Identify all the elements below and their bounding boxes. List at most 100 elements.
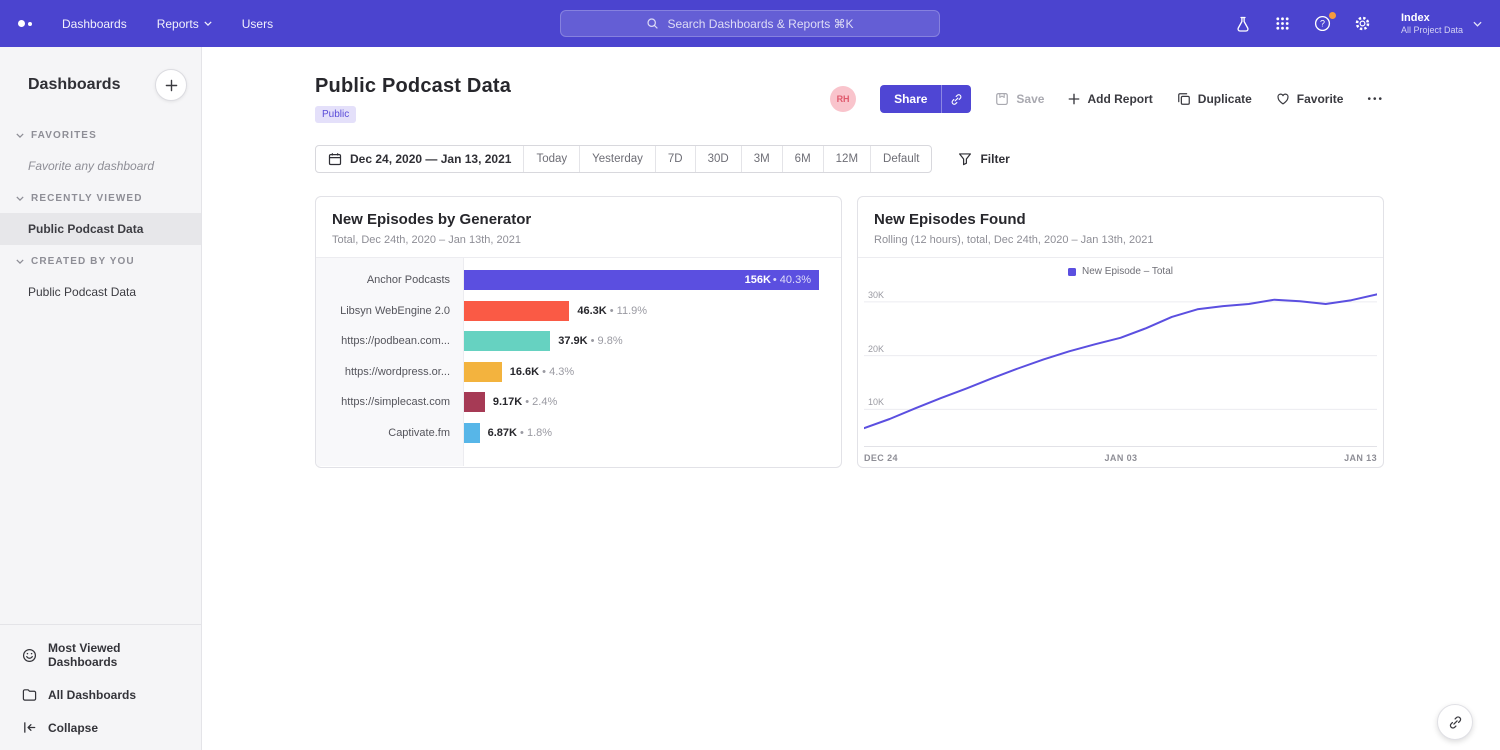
main-content: Public Podcast Data Public RH Share — [202, 47, 1500, 750]
settings-gear-icon[interactable] — [1353, 14, 1373, 34]
date-preset-30d[interactable]: 30D — [695, 146, 741, 172]
bar-value: 37.9K — [558, 335, 587, 347]
bar-percent: • 11.9% — [607, 305, 647, 317]
apps-grid-icon[interactable] — [1273, 14, 1293, 34]
flask-icon[interactable] — [1233, 14, 1253, 34]
x-tick-label: JAN 13 — [1344, 453, 1377, 463]
bar-track: 9.17K • 2.4% — [464, 392, 841, 412]
sidebar-section-label: CREATED BY YOU — [31, 256, 135, 267]
bar-track: 37.9K • 9.8% — [464, 331, 841, 351]
date-presets: TodayYesterday7D30D3M6M12MDefault — [523, 146, 931, 172]
sidebar-item[interactable]: Public Podcast Data — [0, 213, 201, 245]
date-range-control: Dec 24, 2020 — Jan 13, 2021 TodayYesterd… — [315, 145, 932, 173]
bar-segment[interactable] — [464, 392, 485, 412]
bar-segment[interactable] — [464, 301, 569, 321]
logo[interactable] — [18, 20, 32, 27]
most-viewed-icon — [22, 648, 37, 663]
bar-value-label: 6.87K • 1.8% — [488, 427, 552, 439]
page-actions: RH Share Save Ad — [830, 85, 1384, 113]
folder-icon — [22, 687, 37, 702]
svg-text:?: ? — [1320, 19, 1325, 29]
duplicate-icon — [1177, 92, 1191, 106]
favorite-button[interactable]: Favorite — [1276, 92, 1344, 106]
bar-segment[interactable]: 156K • 40.3% — [464, 270, 819, 290]
bar-track: 16.6K • 4.3% — [464, 362, 841, 382]
nav-dashboards[interactable]: Dashboards — [62, 17, 127, 31]
bar-row: https://wordpress.or...16.6K • 4.3% — [316, 357, 841, 388]
top-nav: Dashboards Reports Users Search Dashboar… — [0, 0, 1500, 47]
sidebar-section-header[interactable]: RECENTLY VIEWED — [0, 182, 201, 213]
card-new-episodes-by-generator: New Episodes by Generator Total, Dec 24t… — [315, 196, 842, 468]
duplicate-button[interactable]: Duplicate — [1177, 92, 1252, 106]
help-icon[interactable]: ? — [1313, 14, 1333, 34]
date-preset-7d[interactable]: 7D — [655, 146, 695, 172]
bar-value: 16.6K — [510, 366, 539, 378]
chevron-down-icon — [16, 196, 24, 201]
date-preset-today[interactable]: Today — [523, 146, 579, 172]
date-preset-3m[interactable]: 3M — [741, 146, 782, 172]
add-dashboard-button[interactable] — [155, 69, 187, 101]
bar-row: Libsyn WebEngine 2.0 46.3K • 11.9% — [316, 296, 841, 327]
sidebar-footer: Most Viewed Dashboards All Dashboards Co… — [0, 624, 201, 750]
nav-users[interactable]: Users — [242, 17, 273, 31]
date-preset-12m[interactable]: 12M — [823, 146, 870, 172]
report-cards: New Episodes by Generator Total, Dec 24t… — [315, 196, 1384, 468]
project-selector[interactable]: Index All Project Data — [1401, 11, 1482, 36]
chevron-down-icon — [204, 21, 212, 26]
date-range-label: Dec 24, 2020 — Jan 13, 2021 — [350, 152, 511, 166]
share-link-fab[interactable] — [1437, 704, 1473, 740]
share-button-group: Share — [880, 85, 971, 113]
date-preset-default[interactable]: Default — [870, 146, 931, 172]
bar-value: 6.87K — [488, 427, 517, 439]
sidebar-item[interactable]: Public Podcast Data — [0, 276, 201, 308]
x-axis-labels: DEC 24JAN 03JAN 13 — [858, 447, 1383, 463]
link-icon — [1448, 715, 1463, 730]
chart-legend: New Episode – Total — [858, 266, 1383, 277]
bar-value-label: 46.3K • 11.9% — [577, 305, 647, 317]
date-toolbar: Dec 24, 2020 — Jan 13, 2021 TodayYesterd… — [315, 145, 1384, 173]
nav-reports[interactable]: Reports — [157, 17, 212, 31]
card-new-episodes-found: New Episodes Found Rolling (12 hours), t… — [857, 196, 1384, 468]
add-report-button[interactable]: Add Report — [1068, 92, 1152, 106]
share-button[interactable]: Share — [880, 85, 941, 113]
search-bar[interactable]: Search Dashboards & Reports ⌘K — [560, 10, 940, 37]
logo-dot-small — [28, 22, 32, 26]
x-tick-label: JAN 03 — [1105, 453, 1138, 463]
chevron-down-icon — [1473, 21, 1482, 27]
legend-label: New Episode – Total — [1082, 266, 1173, 277]
share-link-button[interactable] — [941, 85, 971, 113]
card-subtitle: Total, Dec 24th, 2020 – Jan 13th, 2021 — [332, 234, 825, 246]
date-preset-6m[interactable]: 6M — [782, 146, 823, 172]
chevron-down-icon — [16, 133, 24, 138]
nav-reports-label: Reports — [157, 17, 199, 31]
card-title: New Episodes by Generator — [332, 211, 825, 228]
bar-segment[interactable] — [464, 331, 550, 351]
sidebar-section-header[interactable]: FAVORITES — [0, 119, 201, 150]
bar-segment[interactable] — [464, 423, 480, 443]
bar-row: Captivate.fm6.87K • 1.8% — [316, 418, 841, 449]
footer-item-label: All Dashboards — [48, 688, 136, 702]
more-options-button[interactable]: ••• — [1367, 94, 1384, 105]
date-preset-yesterday[interactable]: Yesterday — [579, 146, 655, 172]
public-badge: Public — [315, 106, 356, 123]
y-tick-label: 10K — [868, 397, 884, 407]
bar-track: 46.3K • 11.9% — [464, 301, 841, 321]
line-series-new-episode-total[interactable] — [864, 294, 1377, 428]
sidebar-sections: FAVORITESFavorite any dashboardRECENTLY … — [0, 119, 201, 308]
bar-category-label: Libsyn WebEngine 2.0 — [316, 305, 464, 317]
bar-category-label: Anchor Podcasts — [316, 274, 464, 286]
date-range-picker[interactable]: Dec 24, 2020 — Jan 13, 2021 — [316, 146, 523, 172]
save-button[interactable]: Save — [995, 92, 1044, 106]
plus-icon — [1068, 93, 1080, 105]
project-name: Index — [1401, 11, 1463, 25]
filter-button[interactable]: Filter — [958, 152, 1009, 166]
bar-segment[interactable] — [464, 362, 502, 382]
sidebar-collapse-button[interactable]: Collapse — [0, 711, 201, 744]
line-chart-plot-area[interactable] — [864, 283, 1377, 447]
search-placeholder: Search Dashboards & Reports ⌘K — [667, 17, 853, 31]
logo-dot-large — [18, 20, 25, 27]
sidebar-item-most-viewed[interactable]: Most Viewed Dashboards — [0, 632, 201, 678]
sidebar-item-all-dashboards[interactable]: All Dashboards — [0, 678, 201, 711]
avatar[interactable]: RH — [830, 86, 856, 112]
sidebar-section-header[interactable]: CREATED BY YOU — [0, 245, 201, 276]
